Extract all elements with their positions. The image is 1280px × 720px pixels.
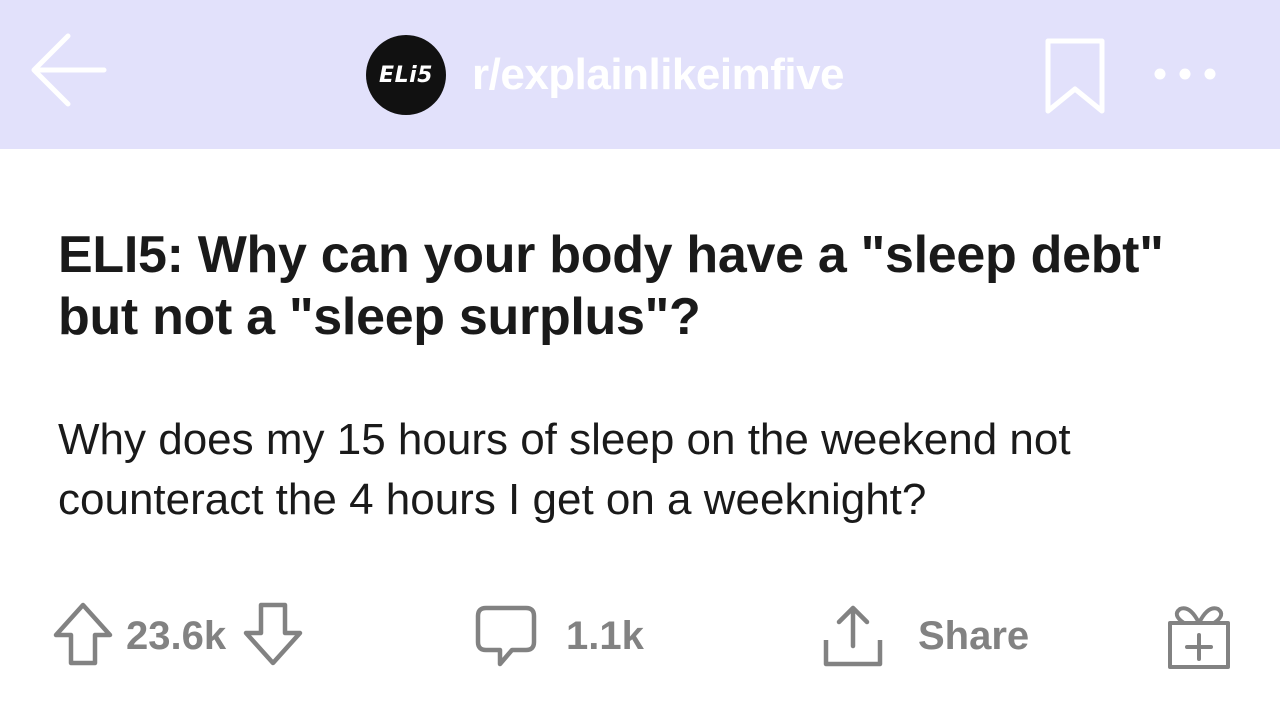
post-body: Why does my 15 hours of sleep on the wee… bbox=[58, 415, 1071, 524]
post-title: ELI5: Why can your body have a "sleep de… bbox=[58, 226, 1164, 346]
share-button[interactable]: Share bbox=[820, 596, 1029, 676]
back-button[interactable] bbox=[28, 30, 108, 110]
arrow-left-icon bbox=[31, 33, 107, 107]
bookmark-icon bbox=[1045, 38, 1105, 114]
comments-button[interactable]: 1.1k bbox=[472, 596, 644, 676]
subreddit-avatar[interactable]: ELi5 bbox=[366, 35, 446, 115]
post-actions-bar: 23.6k 1.1k Share bbox=[0, 596, 1280, 676]
vote-count: 23.6k bbox=[126, 613, 227, 658]
more-horizontal-icon bbox=[1154, 68, 1216, 80]
gift-award-icon bbox=[1168, 606, 1230, 669]
top-bar: ELi5 r/explainlikeimfive bbox=[0, 0, 1280, 149]
downvote-button[interactable] bbox=[242, 601, 304, 672]
award-button[interactable] bbox=[1166, 596, 1232, 676]
comment-bubble-icon bbox=[475, 605, 537, 667]
subreddit-name[interactable]: r/explainlikeimfive bbox=[472, 50, 845, 100]
bookmark-button[interactable] bbox=[1044, 37, 1106, 115]
upvote-arrow-icon bbox=[53, 602, 113, 665]
upvote-button[interactable] bbox=[52, 601, 114, 672]
share-icon bbox=[823, 605, 883, 667]
vote-group: 23.6k bbox=[52, 596, 304, 676]
subreddit-avatar-text: ELi5 bbox=[379, 62, 433, 88]
comment-count: 1.1k bbox=[566, 613, 644, 658]
more-options-button[interactable] bbox=[1150, 60, 1220, 88]
share-label: Share bbox=[918, 613, 1030, 658]
subreddit-header[interactable]: ELi5 r/explainlikeimfive bbox=[366, 35, 845, 115]
downvote-arrow-icon bbox=[243, 602, 303, 665]
